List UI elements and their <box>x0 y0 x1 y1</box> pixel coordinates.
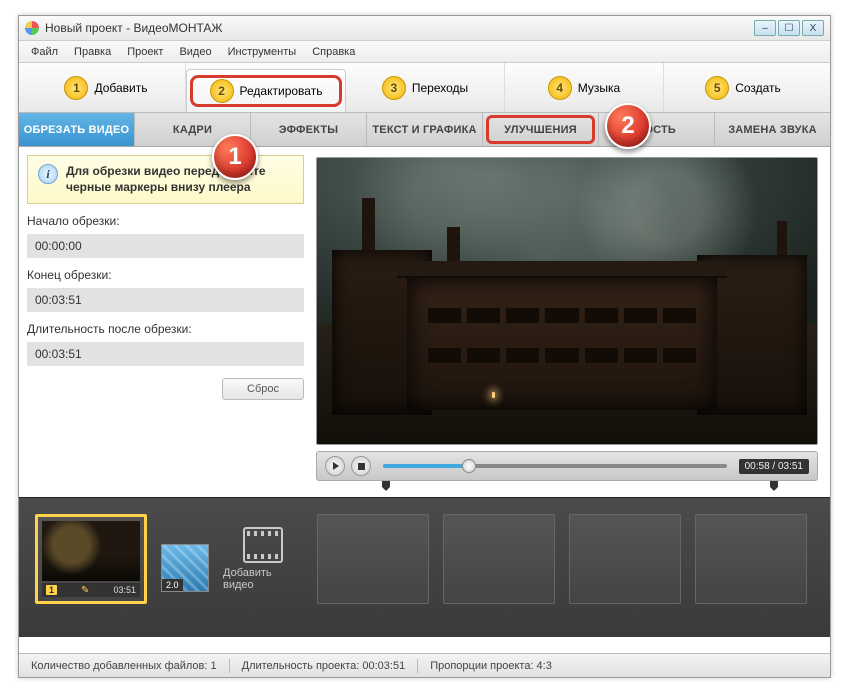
step-transitions[interactable]: 3 Переходы <box>346 63 505 112</box>
video-preview <box>316 157 818 445</box>
play-button[interactable] <box>325 456 345 476</box>
window-title: Новый проект - ВидеоМОНТАЖ <box>45 21 223 35</box>
pencil-icon: ✎ <box>81 585 89 596</box>
step-label: Добавить <box>94 81 147 95</box>
step-label: Создать <box>735 81 781 95</box>
info-box: i Для обрезки видео передвигайте черные … <box>27 155 304 204</box>
step-num-icon: 4 <box>548 76 572 100</box>
player-controls: 00:58 / 03:51 <box>316 451 818 481</box>
tab-label: ЗАМЕНА ЗВУКА <box>728 124 817 136</box>
film-icon <box>243 527 283 563</box>
clip-duration: 03:51 <box>113 585 136 595</box>
timeline: 1 ✎ 03:51 2.0 Добавить видео <box>19 497 830 637</box>
tab-text-graphics[interactable]: ТЕКСТ И ГРАФИКА <box>367 113 483 146</box>
tab-trim-video[interactable]: ОБРЕЗАТЬ ВИДЕО <box>19 113 135 146</box>
timeline-empty-slot[interactable] <box>695 514 807 604</box>
tab-replace-audio[interactable]: ЗАМЕНА ЗВУКА <box>715 113 830 146</box>
annotation-callout-2: 2 <box>605 103 651 149</box>
trim-duration-label: Длительность после обрезки: <box>27 322 304 336</box>
timeline-empty-slot[interactable] <box>569 514 681 604</box>
step-edit[interactable]: 2 Редактировать <box>186 69 346 112</box>
transition-cell[interactable]: 2.0 <box>161 544 209 592</box>
close-button[interactable]: X <box>802 20 824 36</box>
timeline-empty-slot[interactable] <box>317 514 429 604</box>
trim-end-value[interactable]: 00:03:51 <box>27 288 304 312</box>
trim-start-label: Начало обрезки: <box>27 214 304 228</box>
trim-duration-value: 00:03:51 <box>27 342 304 366</box>
info-text: Для обрезки видео передвигайте черные ма… <box>66 164 293 195</box>
timeline-empty-slot[interactable] <box>443 514 555 604</box>
maximize-button[interactable]: ☐ <box>778 20 800 36</box>
trim-marker-start[interactable] <box>382 481 390 491</box>
trim-markers <box>382 481 778 493</box>
menu-tools[interactable]: Инструменты <box>220 44 305 60</box>
statusbar: Количество добавленных файлов: 1 Длитель… <box>19 653 830 677</box>
timeline-clip[interactable]: 1 ✎ 03:51 <box>35 514 147 604</box>
titlebar: Новый проект - ВидеоМОНТАЖ – ☐ X <box>19 16 830 41</box>
steps-strip: 1 Добавить 2 Редактировать 3 Переходы 4 … <box>19 63 830 113</box>
step-num-icon: 1 <box>64 76 88 100</box>
step-label: Редактировать <box>240 84 323 98</box>
seek-track[interactable] <box>383 464 727 468</box>
add-video-label: Добавить видео <box>223 567 303 591</box>
stop-icon <box>358 463 365 470</box>
step-label: Переходы <box>412 81 468 95</box>
time-display: 00:58 / 03:51 <box>739 459 809 474</box>
step-label: Музыка <box>578 81 620 95</box>
menu-edit[interactable]: Правка <box>66 44 119 60</box>
status-aspect-ratio: Пропорции проекта: 4:3 <box>418 660 564 672</box>
tab-enhancements[interactable]: УЛУЧШЕНИЯ <box>483 113 599 146</box>
step-add[interactable]: 1 Добавить <box>27 63 186 112</box>
preview-panel: 00:58 / 03:51 <box>312 147 830 497</box>
status-project-duration: Длительность проекта: 00:03:51 <box>230 660 418 672</box>
tab-label: КАДРИ <box>173 124 212 136</box>
sub-tabs: ОБРЕЗАТЬ ВИДЕО КАДРИ ЭФФЕКТЫ ТЕКСТ И ГРА… <box>19 113 830 147</box>
menu-file[interactable]: Файл <box>23 44 66 60</box>
tab-label: ЭФФЕКТЫ <box>279 124 339 136</box>
trim-panel: i Для обрезки видео передвигайте черные … <box>19 147 312 497</box>
reset-button[interactable]: Сброс <box>222 378 304 400</box>
menubar: Файл Правка Проект Видео Инструменты Спр… <box>19 41 830 63</box>
menu-help[interactable]: Справка <box>304 44 363 60</box>
add-video-button[interactable]: Добавить видео <box>223 514 303 604</box>
transition-duration: 2.0 <box>162 579 183 591</box>
status-file-count: Количество добавленных файлов: 1 <box>19 660 229 672</box>
minimize-button[interactable]: – <box>754 20 776 36</box>
menu-project[interactable]: Проект <box>119 44 171 60</box>
tab-label: ТЕКСТ И ГРАФИКА <box>372 124 476 136</box>
step-music[interactable]: 4 Музыка <box>505 63 664 112</box>
menu-video[interactable]: Видео <box>171 44 219 60</box>
tab-label: ОБРЕЗАТЬ ВИДЕО <box>24 124 130 136</box>
app-icon <box>25 21 39 35</box>
tab-label: УЛУЧШЕНИЯ <box>504 124 577 136</box>
clip-thumbnail <box>42 521 140 581</box>
stop-button[interactable] <box>351 456 371 476</box>
trim-start-value[interactable]: 00:00:00 <box>27 234 304 258</box>
seek-head[interactable] <box>462 459 476 473</box>
trim-end-label: Конец обрезки: <box>27 268 304 282</box>
step-num-icon: 5 <box>705 76 729 100</box>
step-num-icon: 3 <box>382 76 406 100</box>
step-num-icon: 2 <box>210 79 234 103</box>
info-icon: i <box>38 164 58 184</box>
step-create[interactable]: 5 Создать <box>664 63 822 112</box>
tab-effects[interactable]: ЭФФЕКТЫ <box>251 113 367 146</box>
annotation-callout-1: 1 <box>212 134 258 180</box>
play-icon <box>333 462 339 470</box>
trim-marker-end[interactable] <box>770 481 778 491</box>
clip-index: 1 <box>46 585 57 595</box>
